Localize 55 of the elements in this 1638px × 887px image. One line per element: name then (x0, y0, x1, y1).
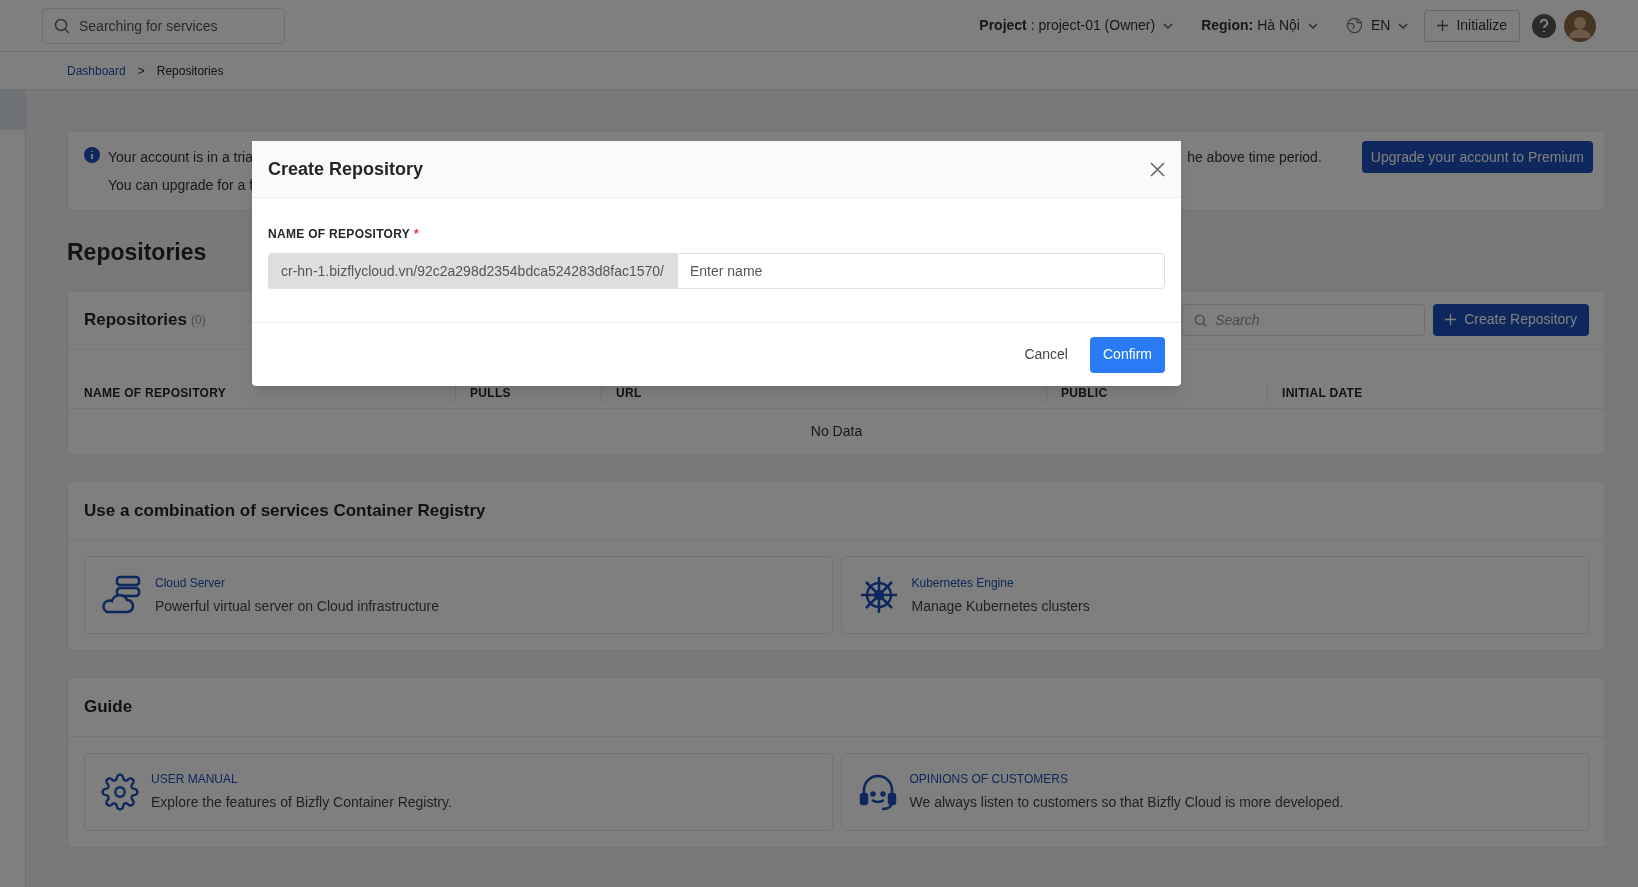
help-icon[interactable] (1532, 13, 1556, 38)
service-title[interactable]: OPINIONS OF CUSTOMERS (909, 770, 1344, 788)
empty-text: No Data (809, 421, 864, 441)
info-icon (84, 147, 100, 163)
close-icon[interactable] (1150, 161, 1165, 177)
service-description: Powerful virtual server on Cloud infrastructure (155, 596, 439, 616)
plus-icon (1437, 20, 1449, 31)
service-title[interactable]: Cloud Server (155, 573, 439, 592)
create-repository-button[interactable]: Create Repository (1433, 303, 1589, 336)
chevron-down-icon (1163, 22, 1174, 29)
column-header: NAME OF REPOSITORY (84, 386, 227, 400)
banner-text: he above time period. (1187, 147, 1322, 167)
chevron-down-icon (1307, 22, 1318, 29)
confirm-button[interactable]: Confirm (1090, 336, 1165, 373)
table-title: Repositories (84, 308, 187, 331)
service-description: Manage Kubernetes clusters (911, 596, 1090, 616)
plus-icon (1445, 314, 1457, 325)
region-selector[interactable]: Region: Hà Nội (1201, 15, 1318, 36)
service-card[interactable]: OPINIONS OF CUSTOMERS We always listen to customers so that Bizfly Cloud is more developed. (840, 752, 1589, 831)
search-field[interactable]: Searching for services (42, 7, 285, 44)
url-prefix: cr-hn-1.bizflycloud.vn/92c2a298d2354bdca524283d8fac1570/ (268, 253, 677, 289)
cancel-button[interactable]: Cancel (1024, 344, 1068, 365)
search-icon (1194, 313, 1208, 327)
column-header: PULLS (470, 386, 511, 400)
avatar-icon[interactable] (1564, 9, 1596, 42)
column-header: URL (616, 386, 642, 400)
settings-icon (101, 772, 139, 811)
field-label: NAME OF REPOSITORY (268, 226, 411, 243)
initialize-button[interactable]: Initialize (1424, 9, 1520, 42)
upgrade-button[interactable]: Upgrade your account to Premium (1361, 141, 1593, 173)
section-title: Use a combination of services Container Registry (68, 481, 1605, 540)
column-header: INITIAL DATE (1282, 386, 1363, 400)
column-header: PUBLIC (1061, 386, 1108, 400)
breadcrumb-separator: > (137, 62, 145, 80)
service-description: We always listen to customers so that Bizfly Cloud is more developed. (909, 793, 1344, 812)
search-icon (54, 17, 70, 34)
globe-icon (1345, 17, 1363, 34)
breadcrumb-current: Repositories (156, 62, 224, 80)
service-card[interactable]: Kubernetes Engine Manage Kubernetes clusters (840, 556, 1589, 634)
banner-text: Your account is in a tria (108, 147, 253, 167)
service-card[interactable]: USER MANUAL Explore the features of Bizfly Container Registry. (84, 752, 833, 831)
chevron-down-icon (1398, 22, 1409, 29)
service-description: Explore the features of Bizfly Container Registry. (151, 793, 452, 812)
language-selector[interactable]: EN (1345, 15, 1409, 36)
section-title: Guide (68, 678, 1605, 737)
service-title[interactable]: USER MANUAL (151, 770, 452, 788)
project-selector[interactable]: Project : project-01 (Owner) (979, 15, 1174, 36)
dialog-title: Create Repository (268, 157, 425, 181)
breadcrumb-link[interactable]: Dashboard (67, 61, 126, 80)
required-mark: * (414, 226, 420, 243)
cloud-server-icon (101, 574, 143, 616)
service-title[interactable]: Kubernetes Engine (911, 573, 1090, 592)
service-card[interactable]: Cloud Server Powerful virtual server on Cloud infrastructure (84, 556, 833, 634)
repository-name-field[interactable]: Enter name (676, 253, 1165, 289)
page-title: Repositories (67, 238, 207, 267)
